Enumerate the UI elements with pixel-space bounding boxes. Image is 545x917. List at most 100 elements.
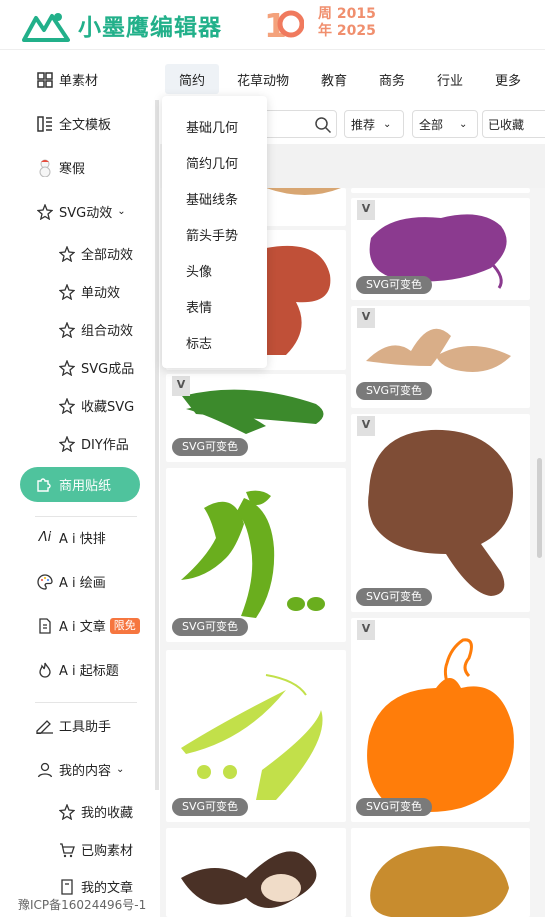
sidebar-item-label: 单动效: [81, 286, 121, 301]
search-input[interactable]: [255, 110, 337, 138]
doc-icon: [36, 617, 54, 635]
sticker-card[interactable]: [166, 828, 346, 917]
sidebar-item-single-motion[interactable]: 单动效: [58, 282, 120, 301]
menu-item-simple-geometry[interactable]: 简约几何: [186, 153, 238, 172]
user-icon: [36, 761, 54, 779]
svg-color-tag: SVG可变色: [356, 798, 433, 816]
brand-name[interactable]: 小墨鹰编辑器: [78, 8, 222, 42]
sidebar-item-label: 我的收藏: [81, 806, 134, 821]
sticker-card[interactable]: V SVG可变色: [351, 306, 530, 408]
palette-icon: [36, 573, 54, 591]
icp-license[interactable]: 豫ICP备16024496号-1: [18, 896, 146, 913]
sidebar-item-my-content[interactable]: 我的内容 ⌄: [36, 760, 124, 779]
vector-tag: V: [357, 200, 375, 220]
sidebar-item-my-fav[interactable]: 我的收藏: [58, 802, 133, 821]
star-outline-icon: [58, 283, 76, 301]
chevron-down-icon: ⌄: [459, 118, 468, 130]
cart-icon: [58, 841, 76, 859]
sidebar-item-ai-title[interactable]: A i 起标题: [36, 660, 119, 679]
scope-select[interactable]: 全部 ⌄: [412, 110, 478, 138]
sticker-image: [181, 490, 325, 618]
sidebar-item-label: A i 起标题: [59, 664, 119, 679]
sidebar-item-label: 收藏SVG: [81, 400, 135, 415]
vector-tag: V: [357, 620, 375, 640]
sidebar-scrollbar[interactable]: [155, 100, 159, 790]
star-outline-icon: [58, 435, 76, 453]
menu-item-basic-lines[interactable]: 基础线条: [186, 189, 238, 208]
sticker-card[interactable]: V SVG可变色: [351, 618, 530, 822]
menu-item-emoji[interactable]: 表情: [186, 297, 212, 316]
sidebar-item-my-articles[interactable]: 我的文章: [58, 877, 133, 896]
sidebar-item-label: A i 文章: [59, 620, 106, 635]
svg-color-tag: SVG可变色: [356, 276, 433, 294]
free-badge: 限免: [109, 617, 140, 634]
sidebar-item-label: 工具助手: [59, 720, 112, 735]
tab-simple[interactable]: 简约: [165, 64, 219, 94]
logo-icon[interactable]: [22, 10, 70, 42]
sidebar-item-label: 全文模板: [59, 118, 112, 133]
divider: [35, 516, 137, 517]
sidebar-item-sticker[interactable]: 商用贴纸: [20, 467, 140, 502]
sidebar-item-fav-svg[interactable]: 收藏SVG: [58, 396, 134, 415]
sort-select[interactable]: 推荐 ⌄: [344, 110, 404, 138]
sidebar-item-label: 单素材: [59, 74, 99, 89]
collected-filter[interactable]: 已收藏: [482, 110, 545, 138]
sidebar-item-svg-product[interactable]: SVG成品: [58, 358, 134, 377]
sticker-image: [368, 429, 513, 596]
sidebar-item-combo-motion[interactable]: 组合动效: [58, 320, 133, 339]
sidebar-item-single[interactable]: 单素材: [36, 70, 98, 89]
vector-tag: V: [357, 416, 375, 436]
menu-item-basic-geometry[interactable]: 基础几何: [186, 117, 238, 136]
svg-color-tag: SVG可变色: [172, 798, 249, 816]
content-scrollbar[interactable]: [537, 458, 542, 558]
tab-flora-fauna[interactable]: 花草动物: [230, 64, 296, 94]
anniversary-line2: 年 2025: [318, 23, 376, 39]
sidebar-item-label: A i 快排: [59, 532, 106, 547]
sticker-card[interactable]: V SVG可变色: [166, 374, 346, 462]
sidebar-item-ai-paint[interactable]: A i 绘画: [36, 572, 106, 591]
sort-value: 推荐: [351, 117, 376, 132]
search-icon[interactable]: [314, 116, 332, 134]
sidebar-item-tools[interactable]: 工具助手: [36, 716, 111, 735]
svg-color-tag: SVG可变色: [172, 438, 249, 456]
sidebar-item-label: 组合动效: [81, 324, 134, 339]
grid-icon: [36, 71, 54, 89]
menu-item-arrows[interactable]: 箭头手势: [186, 225, 238, 244]
sticker-card[interactable]: [351, 188, 530, 193]
sticker-card[interactable]: SVG可变色: [166, 468, 346, 642]
flame-icon: [36, 661, 54, 679]
scope-value: 全部: [419, 117, 444, 132]
ai-icon: Λi: [38, 530, 52, 545]
tab-more[interactable]: 更多: [484, 64, 532, 94]
tab-industry[interactable]: 行业: [426, 64, 474, 94]
menu-item-logo[interactable]: 标志: [186, 333, 212, 352]
sidebar-item-label: A i 绘画: [59, 576, 106, 591]
svg-color-tag: SVG可变色: [356, 382, 433, 400]
menu-item-avatar[interactable]: 头像: [186, 261, 212, 280]
sticker-card[interactable]: V SVG可变色: [351, 414, 530, 612]
sidebar-item-ai-article[interactable]: A i 文章 限免: [36, 616, 140, 635]
sticker-card[interactable]: SVG可变色: [166, 650, 346, 822]
sticker-card[interactable]: V SVG可变色: [351, 198, 530, 300]
tab-education[interactable]: 教育: [310, 64, 358, 94]
sidebar-item-svg-motion[interactable]: SVG动效 ⌄: [36, 202, 126, 221]
sticker-image: [367, 638, 514, 812]
sidebar-item-ai-layout[interactable]: Λi A i 快排: [36, 528, 106, 547]
sticker-card[interactable]: [351, 828, 530, 917]
star-outline-icon: [58, 321, 76, 339]
sidebar-item-purchased[interactable]: 已购素材: [58, 840, 133, 859]
sticker-image: [181, 851, 317, 908]
sidebar-item-diy[interactable]: DIY作品: [58, 434, 129, 453]
sidebar-item-label: 全部动效: [81, 248, 134, 263]
svg-text:1: 1: [264, 6, 287, 42]
sidebar-item-winter[interactable]: 寒假: [36, 158, 85, 177]
template-icon: [36, 115, 54, 133]
sidebar-item-label: 已购素材: [81, 844, 134, 859]
sidebar-item-label: DIY作品: [81, 438, 129, 453]
anniversary-line1: 周 2015: [318, 6, 376, 22]
star-outline-icon: [58, 245, 76, 263]
sidebar-item-template[interactable]: 全文模板: [36, 114, 111, 133]
sidebar-item-all-motion[interactable]: 全部动效: [58, 244, 133, 263]
tab-business[interactable]: 商务: [368, 64, 416, 94]
sidebar-item-label: SVG动效: [59, 206, 113, 221]
